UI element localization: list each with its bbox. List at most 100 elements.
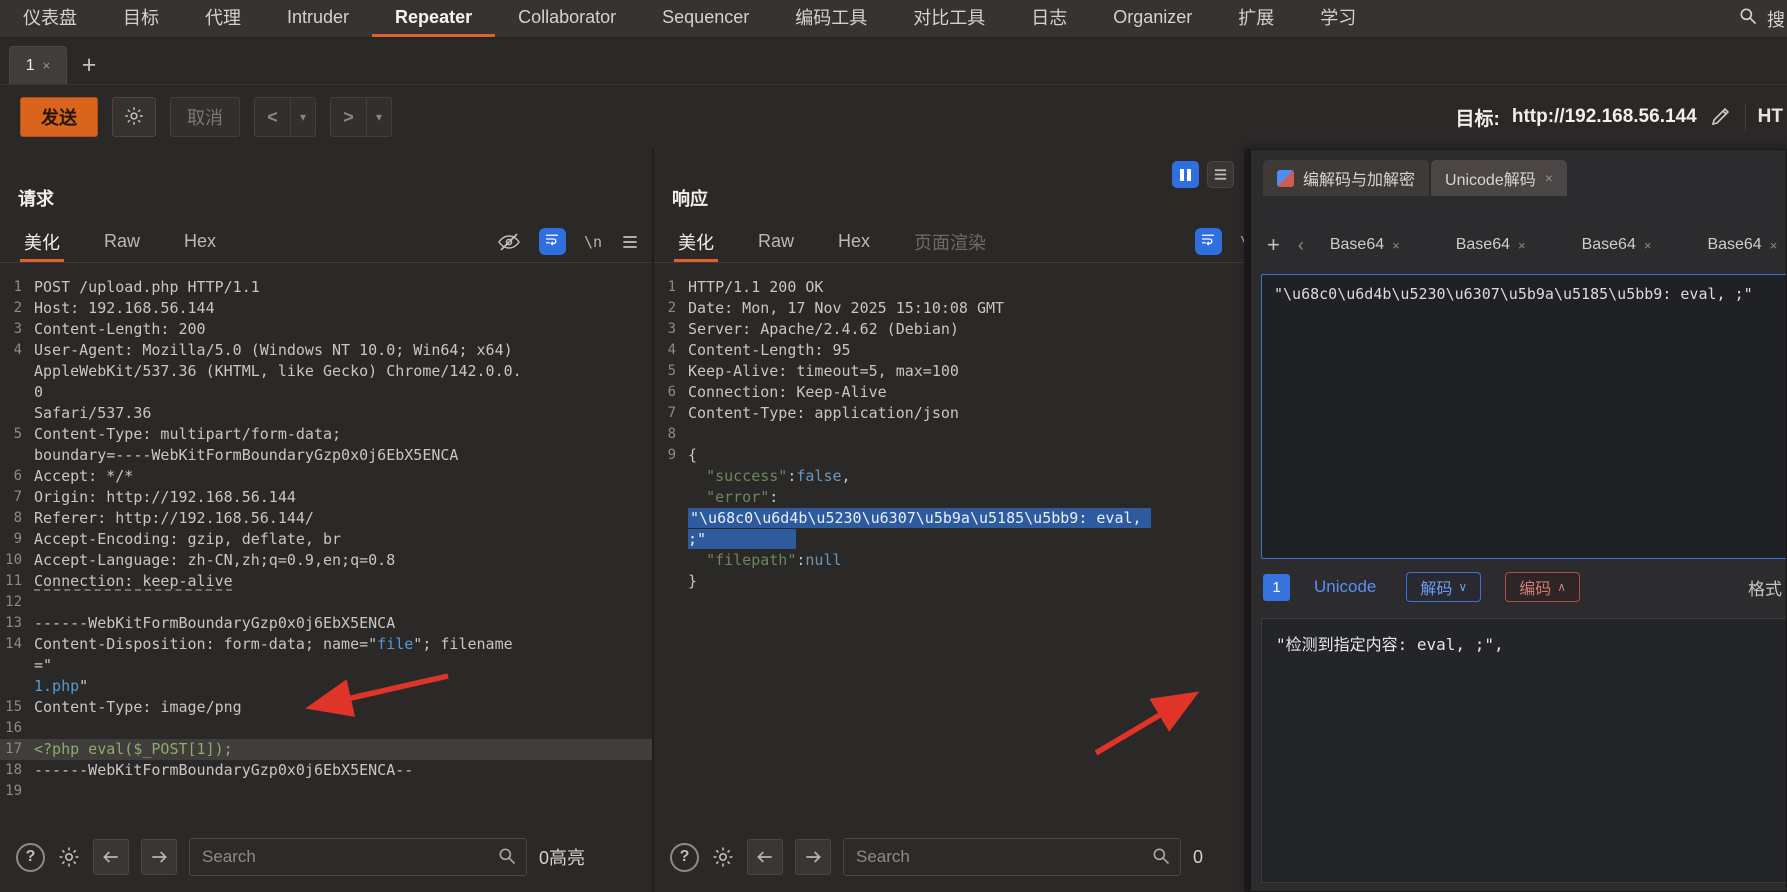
menu-item-学习[interactable]: 学习	[1297, 0, 1379, 37]
layout-menu-button[interactable]	[1207, 161, 1234, 188]
edit-target-button[interactable]	[1709, 104, 1733, 131]
tab-response-raw[interactable]: Raw	[758, 221, 794, 262]
editor-line-6: 6Connection: Keep-Alive	[654, 382, 1244, 403]
menu-item-目标[interactable]: 目标	[100, 0, 182, 37]
plugin-tab-unicode-decode[interactable]: Unicode解码 ×	[1431, 160, 1567, 196]
tab-response-render[interactable]: 页面渲染	[914, 221, 986, 262]
tab-response-hex[interactable]: Hex	[838, 221, 870, 262]
response-editor-icons: \n	[1195, 221, 1244, 262]
menu-item-Intruder[interactable]: Intruder	[264, 0, 372, 37]
response-panel: 响应 美化 Raw Hex 页面渲染 \n 1HTTP/1.1 200 OK2D…	[654, 149, 1244, 892]
editor-line-6: 6Accept: */*	[0, 466, 652, 487]
encode-button[interactable]: 编码 ∧	[1505, 572, 1580, 602]
close-icon[interactable]: ×	[1545, 170, 1553, 186]
back-dropdown-button[interactable]: ▾	[291, 97, 316, 137]
plugin-title: 编解码与加解密	[1303, 166, 1415, 190]
forward-button[interactable]: >	[330, 97, 367, 137]
menu-item-扩展[interactable]: 扩展	[1215, 0, 1297, 37]
decoder-plugin-window: 编解码与加解密 Unicode解码 × + ‹ Base64× Base64× …	[1250, 149, 1787, 892]
search-next-button[interactable]	[795, 839, 831, 875]
response-editor[interactable]: 1HTTP/1.1 200 OK2Date: Mon, 17 Nov 2025 …	[654, 263, 1244, 592]
response-search-bar: ? 0	[670, 836, 1232, 878]
editor-line-3: 3Content-Length: 200	[0, 319, 652, 340]
plugin-tab-label: Unicode解码	[1445, 166, 1536, 190]
response-view-tabs: 美化 Raw Hex 页面渲染 \n	[654, 221, 1244, 263]
show-newlines-toggle[interactable]: \n	[1240, 233, 1244, 251]
word-wrap-toggle[interactable]	[539, 228, 566, 255]
menu-item-Collaborator[interactable]: Collaborator	[495, 0, 639, 37]
menu-item-Repeater[interactable]: Repeater	[372, 0, 495, 37]
editor-line-16: 16	[0, 718, 652, 739]
tab-request-pretty[interactable]: 美化	[24, 221, 60, 262]
encoding-type-button[interactable]: Unicode	[1314, 577, 1376, 597]
editor-line-8: 8	[654, 424, 1244, 445]
tab-request-raw[interactable]: Raw	[104, 221, 140, 262]
scroll-left-icon[interactable]: ‹	[1298, 235, 1304, 256]
back-button[interactable]: <	[254, 97, 291, 137]
response-search-input[interactable]	[843, 838, 1181, 876]
subtab-base64-4[interactable]: Base64×	[1707, 236, 1777, 254]
send-button[interactable]: 发送	[20, 97, 98, 137]
editor-line-5: 5Keep-Alive: timeout=5, max=100	[654, 361, 1244, 382]
request-header: 请求	[0, 149, 652, 221]
search-icon	[1738, 6, 1758, 31]
menu-item-对比工具[interactable]: 对比工具	[890, 0, 1008, 37]
hide-nonprintable-icon[interactable]	[497, 230, 521, 254]
plugin-subtabs: + ‹ Base64× Base64× Base64× Base64×	[1251, 228, 1786, 262]
request-editor[interactable]: 1POST /upload.php HTTP/1.12Host: 192.168…	[0, 263, 652, 802]
http-version-toggle[interactable]: HT	[1758, 106, 1783, 128]
search-icon	[497, 846, 517, 871]
close-icon[interactable]: ×	[1392, 238, 1400, 253]
wrap-icon	[1199, 230, 1217, 253]
menu-item-代理[interactable]: 代理	[182, 0, 264, 37]
subtab-label: Base64	[1582, 236, 1636, 254]
menu-item-仪表盘[interactable]: 仪表盘	[0, 0, 100, 37]
tab-request-hex[interactable]: Hex	[184, 221, 216, 262]
editor-menu-icon[interactable]	[620, 232, 640, 252]
search-prev-button[interactable]	[747, 839, 783, 875]
search-prev-button[interactable]	[93, 839, 129, 875]
cancel-button[interactable]: 取消	[170, 97, 240, 137]
subtab-base64-2[interactable]: Base64×	[1456, 236, 1526, 254]
decode-button[interactable]: 解码 ∨	[1406, 572, 1481, 602]
menu-search-label: 搜	[1767, 6, 1785, 32]
plugin-title-tab[interactable]: 编解码与加解密	[1263, 160, 1429, 196]
tab-response-pretty[interactable]: 美化	[678, 221, 714, 262]
send-settings-button[interactable]	[112, 97, 156, 137]
response-search-box	[843, 838, 1181, 876]
plugin-input-area[interactable]: "\u68c0\u6d4b\u5230\u6307\u5b9a\u5185\u5…	[1261, 274, 1787, 559]
menu-item-日志[interactable]: 日志	[1008, 0, 1090, 37]
format-button[interactable]: 格式	[1748, 575, 1782, 600]
menu-item-Organizer[interactable]: Organizer	[1090, 0, 1215, 37]
search-next-button[interactable]	[141, 839, 177, 875]
close-icon[interactable]: ×	[1770, 238, 1778, 253]
editor-line-13: 13------WebKitFormBoundaryGzp0x0j6EbX5EN…	[0, 613, 652, 634]
search-settings-icon[interactable]	[711, 845, 735, 869]
forward-dropdown-button[interactable]: ▾	[367, 97, 392, 137]
new-session-tab-button[interactable]: +	[67, 46, 111, 84]
forward-split-button: > ▾	[330, 97, 392, 137]
gear-icon	[123, 105, 145, 130]
word-wrap-toggle[interactable]	[1195, 228, 1222, 255]
help-icon[interactable]: ?	[16, 843, 45, 872]
close-icon[interactable]: ×	[1518, 238, 1526, 253]
chevron-down-icon: ∨	[1458, 580, 1467, 594]
menu-item-编码工具[interactable]: 编码工具	[772, 0, 890, 37]
request-view-tabs: 美化 Raw Hex \n	[0, 221, 652, 263]
request-search-input[interactable]	[189, 838, 527, 876]
subtab-base64-3[interactable]: Base64 ×	[1582, 236, 1652, 254]
help-icon[interactable]: ?	[670, 843, 699, 872]
add-tab-icon[interactable]: +	[1267, 232, 1280, 258]
show-newlines-toggle[interactable]: \n	[584, 233, 602, 251]
menu-item-Sequencer[interactable]: Sequencer	[639, 0, 772, 37]
session-tab-1[interactable]: 1 ×	[9, 46, 67, 84]
menu-search[interactable]: 搜	[1738, 0, 1787, 37]
search-settings-icon[interactable]	[57, 845, 81, 869]
back-split-button: < ▾	[254, 97, 316, 137]
close-icon[interactable]: ×	[43, 58, 51, 73]
pause-button[interactable]	[1172, 161, 1199, 188]
encode-label: 编码	[1519, 575, 1551, 599]
subtab-base64-1[interactable]: Base64×	[1330, 236, 1400, 254]
plugin-output-area[interactable]: "检测到指定内容: eval, ;",	[1261, 618, 1787, 883]
close-icon[interactable]: ×	[1644, 238, 1652, 253]
